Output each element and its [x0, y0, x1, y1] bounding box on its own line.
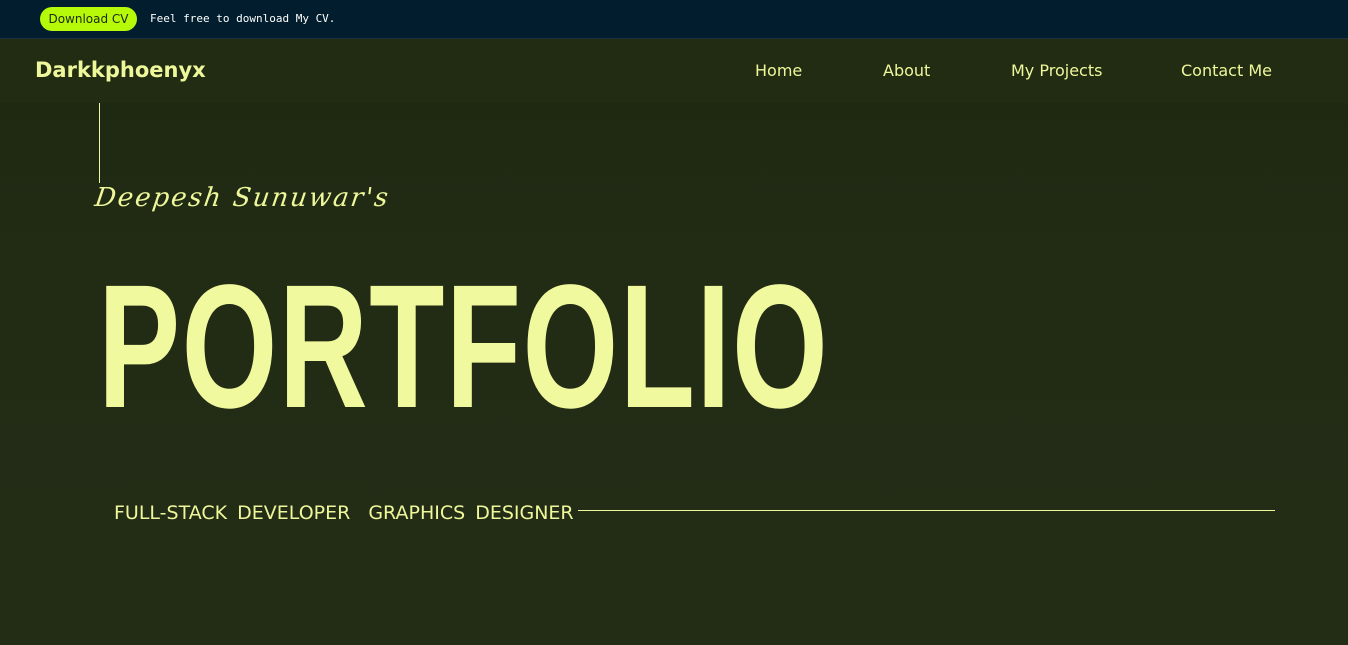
brand-logo[interactable]: Darkkphoenyx [35, 56, 206, 84]
decorative-horizontal-line [578, 510, 1275, 511]
nav-item-home[interactable]: Home [755, 60, 802, 82]
role-graphics-designer: GRAPHICS DESIGNER [368, 502, 574, 524]
top-announcement-bar: Download CV Feel free to download My CV. [0, 0, 1348, 39]
cv-note-text: Feel free to download My CV. [150, 12, 336, 25]
hero-subtitle: Deepesh Sunuwar's [92, 183, 392, 213]
hero-title: PORTFOLIO [98, 249, 830, 445]
nav-item-about[interactable]: About [883, 60, 930, 82]
main-navbar: Darkkphoenyx Home About My Projects Cont… [0, 39, 1348, 103]
role-fullstack-developer: FULL-STACK DEVELOPER [114, 502, 351, 524]
decorative-vertical-line [99, 103, 100, 183]
download-cv-button[interactable]: Download CV [40, 7, 137, 31]
nav-item-my-projects[interactable]: My Projects [1011, 60, 1102, 82]
hero-roles: FULL-STACK DEVELOPER GRAPHICS DESIGNER [114, 500, 574, 526]
nav-item-contact-me[interactable]: Contact Me [1181, 60, 1272, 82]
